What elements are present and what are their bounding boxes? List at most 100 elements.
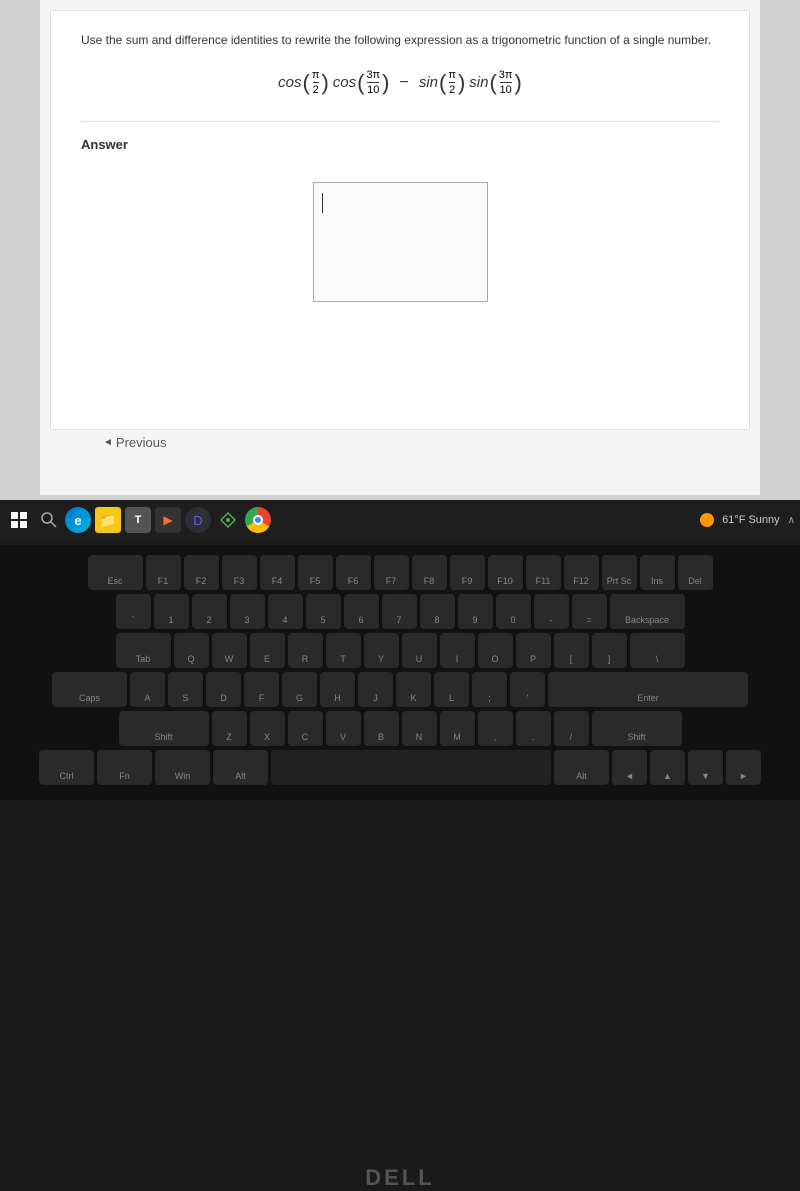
key-3[interactable]: 3 [230, 594, 265, 629]
key-period[interactable]: . [516, 711, 551, 746]
cos-1: cos [278, 74, 301, 91]
key-lbracket[interactable]: [ [554, 633, 589, 668]
key-alt-l[interactable]: Alt [213, 750, 268, 785]
key-j[interactable]: J [358, 672, 393, 707]
key-left[interactable]: ◄ [612, 750, 647, 785]
folder-icon[interactable]: 📁 [95, 507, 121, 533]
key-f2[interactable]: F2 [184, 555, 219, 590]
key-alt-r[interactable]: Alt [554, 750, 609, 785]
keyboard: DELL Esc F1 F2 F3 F4 F5 F6 F7 F8 F9 F10 … [0, 545, 800, 800]
key-fn[interactable]: Fn [97, 750, 152, 785]
key-f9[interactable]: F9 [450, 555, 485, 590]
paren-open-4: ( [489, 70, 496, 96]
key-tab[interactable]: Tab [116, 633, 171, 668]
key-right[interactable]: ► [726, 750, 761, 785]
discord-icon[interactable]: D [185, 507, 211, 533]
key-backslash[interactable]: \ [630, 633, 685, 668]
edge-icon[interactable]: e [65, 507, 91, 533]
key-slash[interactable]: / [554, 711, 589, 746]
key-f1[interactable]: F1 [146, 555, 181, 590]
key-f6[interactable]: F6 [336, 555, 371, 590]
key-rbracket[interactable]: ] [592, 633, 627, 668]
key-2[interactable]: 2 [192, 594, 227, 629]
key-f11[interactable]: F11 [526, 555, 561, 590]
key-ins[interactable]: Ins [640, 555, 675, 590]
paren-close-2: ) [382, 70, 389, 96]
key-1[interactable]: 1 [154, 594, 189, 629]
key-win[interactable]: Win [155, 750, 210, 785]
key-z[interactable]: Z [212, 711, 247, 746]
key-y[interactable]: Y [364, 633, 399, 668]
key-down[interactable]: ▼ [688, 750, 723, 785]
key-a[interactable]: A [130, 672, 165, 707]
key-i[interactable]: I [440, 633, 475, 668]
answer-input-box[interactable] [313, 182, 488, 302]
key-backtick[interactable]: ` [116, 594, 151, 629]
key-u[interactable]: U [402, 633, 437, 668]
key-s[interactable]: S [168, 672, 203, 707]
fn-key-row: Esc F1 F2 F3 F4 F5 F6 F7 F8 F9 F10 F11 F… [10, 555, 790, 590]
key-t[interactable]: T [326, 633, 361, 668]
paren-close-4: ) [515, 70, 522, 96]
key-r[interactable]: R [288, 633, 323, 668]
text-cursor [322, 193, 323, 213]
key-lshift[interactable]: Shift [119, 711, 209, 746]
key-n[interactable]: N [402, 711, 437, 746]
key-b[interactable]: B [364, 711, 399, 746]
weather-text: 61°F Sunny [722, 514, 780, 526]
key-o[interactable]: O [478, 633, 513, 668]
windows-button[interactable] [5, 506, 33, 534]
key-w[interactable]: W [212, 633, 247, 668]
key-f12[interactable]: F12 [564, 555, 599, 590]
key-6[interactable]: 6 [344, 594, 379, 629]
key-v[interactable]: V [326, 711, 361, 746]
key-c[interactable]: C [288, 711, 323, 746]
key-comma[interactable]: , [478, 711, 513, 746]
key-equals[interactable]: = [572, 594, 607, 629]
key-quote[interactable]: ' [510, 672, 545, 707]
key-semicolon[interactable]: ; [472, 672, 507, 707]
key-8[interactable]: 8 [420, 594, 455, 629]
key-enter[interactable]: Enter [548, 672, 748, 707]
key-k[interactable]: K [396, 672, 431, 707]
key-f10[interactable]: F10 [488, 555, 523, 590]
teams-icon[interactable]: T [125, 507, 151, 533]
question-text: Use the sum and difference identities to… [81, 31, 719, 49]
key-f[interactable]: F [244, 672, 279, 707]
chrome-icon[interactable] [245, 507, 271, 533]
key-capslock[interactable]: Caps [52, 672, 127, 707]
key-0[interactable]: 0 [496, 594, 531, 629]
key-space[interactable] [271, 750, 551, 785]
key-p[interactable]: P [516, 633, 551, 668]
key-h[interactable]: H [320, 672, 355, 707]
key-rshift[interactable]: Shift [592, 711, 682, 746]
key-x[interactable]: X [250, 711, 285, 746]
key-f8[interactable]: F8 [412, 555, 447, 590]
key-f4[interactable]: F4 [260, 555, 295, 590]
key-esc[interactable]: Esc [88, 555, 143, 590]
key-del[interactable]: Del [678, 555, 713, 590]
key-q[interactable]: Q [174, 633, 209, 668]
key-7[interactable]: 7 [382, 594, 417, 629]
key-9[interactable]: 9 [458, 594, 493, 629]
search-button[interactable] [37, 508, 61, 532]
vpn-icon[interactable] [215, 507, 241, 533]
previous-button[interactable]: Previous [95, 430, 174, 455]
key-prtsc[interactable]: Prt Sc [602, 555, 637, 590]
key-l[interactable]: L [434, 672, 469, 707]
key-5[interactable]: 5 [306, 594, 341, 629]
key-minus[interactable]: - [534, 594, 569, 629]
media-icon[interactable]: ▶ [155, 507, 181, 533]
key-m[interactable]: M [440, 711, 475, 746]
key-e[interactable]: E [250, 633, 285, 668]
key-g[interactable]: G [282, 672, 317, 707]
key-f3[interactable]: F3 [222, 555, 257, 590]
key-ctrl-l[interactable]: Ctrl [39, 750, 94, 785]
key-backspace[interactable]: Backspace [610, 594, 685, 629]
key-f7[interactable]: F7 [374, 555, 409, 590]
paren-close-1: ) [321, 70, 328, 96]
key-f5[interactable]: F5 [298, 555, 333, 590]
key-4[interactable]: 4 [268, 594, 303, 629]
key-d[interactable]: D [206, 672, 241, 707]
key-up[interactable]: ▲ [650, 750, 685, 785]
